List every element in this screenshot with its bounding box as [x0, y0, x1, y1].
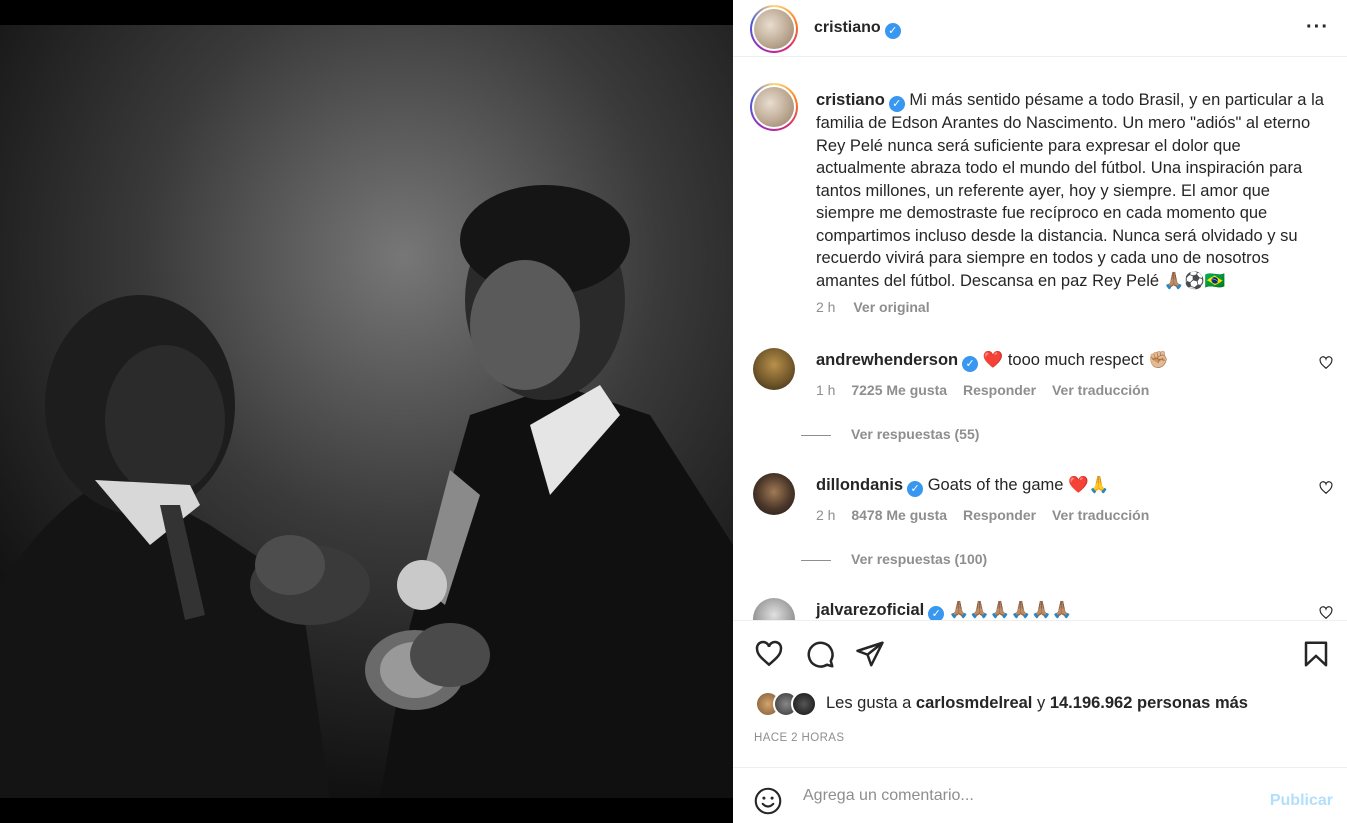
- comment-time[interactable]: 2 h: [816, 507, 835, 523]
- post-header: cristiano ✓ ···: [733, 0, 1347, 57]
- commenter-avatar[interactable]: [753, 473, 795, 515]
- comment-time[interactable]: 1 h: [816, 382, 835, 398]
- post-caption: cristiano ✓ Mi más sentido pésame a todo …: [816, 89, 1326, 292]
- caption-author-avatar[interactable]: [750, 83, 798, 131]
- verified-badge-icon: ✓: [928, 606, 945, 620]
- translate-button[interactable]: Ver traducción: [1052, 507, 1149, 523]
- post-media[interactable]: [0, 0, 733, 823]
- heart-icon[interactable]: [754, 639, 784, 669]
- comment-item: jalvarezoficial ✓ 🙏🏽🙏🏽🙏🏽🙏🏽🙏🏽🙏🏽: [753, 598, 1333, 620]
- liker-avatar[interactable]: [791, 691, 817, 717]
- commenter-username[interactable]: dillondanis: [816, 476, 903, 494]
- commenter-avatar[interactable]: [753, 348, 795, 390]
- commenter-avatar[interactable]: [753, 598, 795, 620]
- post-actions: Les gusta a carlosmdelreal y 14.196.962 …: [733, 620, 1347, 767]
- send-icon[interactable]: [855, 639, 885, 669]
- post-photo[interactable]: [0, 25, 733, 798]
- view-replies-label[interactable]: Ver respuestas (100): [851, 551, 987, 567]
- photo-illustration: [0, 25, 733, 798]
- likes-conjunction: y: [1036, 694, 1046, 712]
- commenter-username[interactable]: andrewhenderson: [816, 351, 958, 369]
- publish-button[interactable]: Publicar: [1270, 792, 1333, 810]
- post-panel: cristiano ✓ ··· cristiano ✓ Mi más sentido…: [733, 0, 1347, 823]
- comment-like-heart-icon[interactable]: [1319, 481, 1333, 495]
- add-comment-bar: Publicar: [733, 767, 1347, 823]
- comment-like-heart-icon[interactable]: [1319, 356, 1333, 370]
- author-username[interactable]: cristiano ✓: [814, 19, 901, 39]
- caption-username[interactable]: cristiano: [816, 91, 885, 109]
- smiley-icon[interactable]: [754, 787, 782, 815]
- replies-divider: [801, 559, 831, 561]
- translate-button[interactable]: Ver traducción: [1052, 382, 1149, 398]
- comment-meta: 2 h 8478 Me gusta Responder Ver traducci…: [816, 507, 1161, 523]
- view-replies-button[interactable]: Ver respuestas (55): [801, 426, 979, 442]
- caption-text: Mi más sentido pésame a todo Brasil, y e…: [816, 91, 1324, 290]
- likes-prefix: Les gusta a: [826, 694, 912, 712]
- replies-divider: [801, 434, 831, 436]
- verified-badge-icon: ✓: [884, 23, 901, 39]
- likes-text[interactable]: Les gusta a carlosmdelreal y 14.196.962 …: [826, 694, 1248, 713]
- comment-icon[interactable]: [805, 639, 835, 669]
- commenter-username[interactable]: jalvarezoficial: [816, 601, 924, 619]
- comment-text: 🙏🏽🙏🏽🙏🏽🙏🏽🙏🏽🙏🏽: [948, 601, 1073, 619]
- likes-count[interactable]: 14.196.962 personas más: [1050, 694, 1248, 712]
- author-avatar[interactable]: [750, 5, 798, 53]
- caption-time[interactable]: 2 h: [816, 299, 835, 315]
- view-replies-button[interactable]: Ver respuestas (100): [801, 551, 987, 567]
- comments-scroll-area[interactable]: cristiano ✓ Mi más sentido pésame a todo …: [733, 67, 1347, 620]
- comment-like-heart-icon[interactable]: [1319, 606, 1333, 620]
- likes-user[interactable]: carlosmdelreal: [916, 694, 1032, 712]
- see-original-button[interactable]: Ver original: [853, 299, 929, 315]
- verified-badge-icon: ✓: [962, 356, 979, 372]
- view-replies-label[interactable]: Ver respuestas (55): [851, 426, 979, 442]
- caption-meta: 2 h Ver original: [816, 299, 944, 315]
- comment-likes[interactable]: 7225 Me gusta: [851, 382, 947, 398]
- more-horizontal-icon[interactable]: ···: [1306, 16, 1329, 39]
- post-timestamp[interactable]: HACE 2 HORAS: [754, 732, 844, 744]
- verified-badge-icon: ✓: [888, 96, 905, 112]
- bookmark-icon[interactable]: [1301, 639, 1331, 669]
- comment-meta: 1 h 7225 Me gusta Responder Ver traducci…: [816, 382, 1161, 398]
- reply-button[interactable]: Responder: [963, 507, 1036, 523]
- comment-input[interactable]: [803, 782, 1253, 810]
- author-username-text[interactable]: cristiano: [814, 19, 881, 36]
- comment-text-line: jalvarezoficial ✓ 🙏🏽🙏🏽🙏🏽🙏🏽🙏🏽🙏🏽: [816, 601, 1072, 620]
- comment-text: ❤️ tooo much respect ✊🏼: [982, 351, 1169, 369]
- comment-text: Goats of the game ❤️🙏: [927, 476, 1110, 494]
- comment-likes[interactable]: 8478 Me gusta: [851, 507, 947, 523]
- verified-badge-icon: ✓: [907, 481, 924, 497]
- reply-button[interactable]: Responder: [963, 382, 1036, 398]
- comment-text-line: dillondanis ✓ Goats of the game ❤️🙏: [816, 476, 1109, 497]
- comment-text-line: andrewhenderson ✓ ❤️ tooo much respect ✊🏼: [816, 351, 1169, 372]
